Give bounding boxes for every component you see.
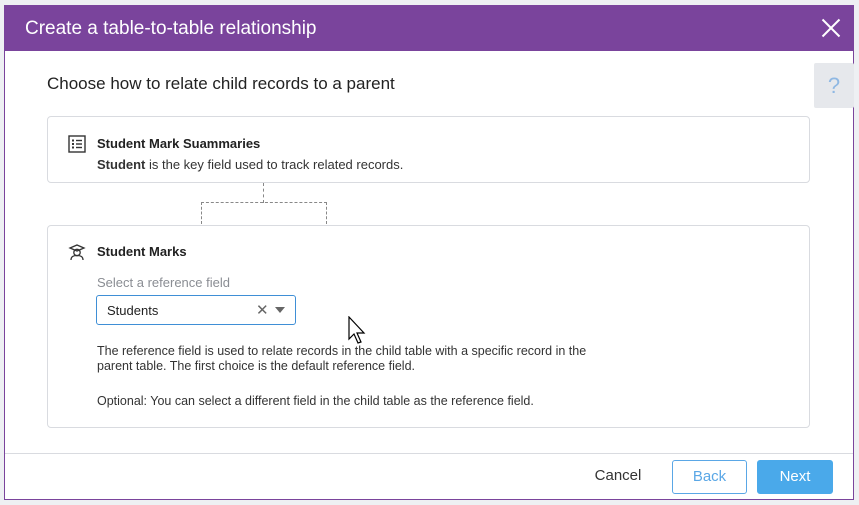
student-icon <box>68 244 86 261</box>
back-button[interactable]: Back <box>672 460 747 494</box>
chevron-down-icon[interactable] <box>275 307 285 313</box>
key-field-name: Student <box>97 157 146 172</box>
child-table-card: Student Marks Select a reference field S… <box>47 225 810 428</box>
cancel-button[interactable]: Cancel <box>583 460 653 494</box>
help-button[interactable]: ? <box>814 63 854 108</box>
reference-field-label: Select a reference field <box>97 275 230 290</box>
parent-table-name: Student Mark Suammaries <box>97 136 261 151</box>
footer-divider <box>5 453 853 454</box>
key-field-description: Student is the key field used to track r… <box>97 157 403 172</box>
key-field-text: is the key field used to track related r… <box>145 157 404 172</box>
list-icon <box>68 135 86 153</box>
next-button[interactable]: Next <box>757 460 833 494</box>
parent-table-card: Student Mark Suammaries Student is the k… <box>47 116 810 183</box>
close-icon[interactable] <box>818 16 843 41</box>
dialog-title: Create a table-to-table relationship <box>25 18 317 39</box>
page-heading: Choose how to relate child records to a … <box>47 74 395 93</box>
reference-field-value: Students <box>107 303 159 318</box>
optional-note: Optional: You can select a different fie… <box>97 394 534 408</box>
mouse-cursor-icon <box>348 316 366 344</box>
reference-field-select[interactable]: Students ✕ <box>96 295 296 325</box>
child-table-name: Student Marks <box>97 244 187 259</box>
clear-icon[interactable]: ✕ <box>256 301 269 319</box>
dialog-titlebar: Create a table-to-table relationship <box>5 6 853 51</box>
reference-field-description: The reference field is used to relate re… <box>97 344 587 373</box>
relationship-connector <box>201 202 327 224</box>
connector-stem <box>263 183 264 203</box>
relationship-dialog: Create a table-to-table relationship Cho… <box>4 5 854 500</box>
